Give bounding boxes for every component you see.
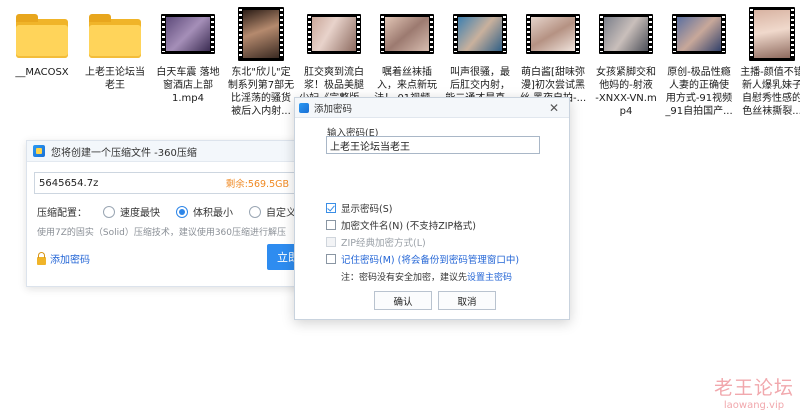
file-item-video[interactable]: 女孩紧脚交和 他妈的-射液 -XNXX-VN.m p4 xyxy=(590,2,662,118)
archive-app-icon xyxy=(33,145,45,157)
folder-icon xyxy=(89,14,141,58)
file-item-video[interactable]: 东北"欣儿"定 制系列第7部无 比淫荡的骚货 被后入内射... xyxy=(225,2,297,118)
dialog-title: 添加密码 xyxy=(314,103,353,115)
checkbox-label: ZIP经典加密方式(L) xyxy=(341,238,426,249)
file-item-video[interactable]: 嘱着丝袜插 入，来点新玩 法！ 01视频... xyxy=(371,2,443,105)
file-item-video[interactable]: 萌白酱[甜味弥 漫]初次尝试黑 丝 黑夜自拍-... xyxy=(517,2,589,105)
radio-icon xyxy=(249,205,261,218)
compress-config: 压缩配置： 速度最快 体积最小 自定义 xyxy=(37,204,296,219)
watermark-url: laowang.vip xyxy=(723,400,785,411)
compress-window: 您将创建一个压缩文件 -360压缩 5645654.7z 剩余:569.5GB … xyxy=(26,140,328,287)
checkbox-label: 加密文件名(N) (不支持ZIP格式) xyxy=(341,221,476,232)
radio-icon xyxy=(103,205,115,218)
encrypt-filenames-checkbox[interactable]: 加密文件名(N) (不支持ZIP格式) xyxy=(326,218,476,232)
add-password-label: 添加密码 xyxy=(50,255,90,266)
close-icon[interactable]: ✕ xyxy=(549,101,559,115)
video-thumbnail-icon xyxy=(526,14,580,54)
file-item-video[interactable]: 肛交爽到流白 浆！极品美腿 少妇《完整版... xyxy=(298,2,370,105)
cancel-button[interactable]: 取消 xyxy=(438,291,496,310)
checkbox-icon xyxy=(326,254,336,264)
file-item-folder[interactable]: 上老王论坛当 老王 xyxy=(79,2,151,92)
file-item-video[interactable]: 原创-极品性瘾 人妻的正确使 用方式-91视频 _91自拍国产... xyxy=(663,2,735,118)
video-thumbnail-icon xyxy=(672,14,726,54)
file-name: 主播-颜值不错 新人爆乳妹子 自慰秀性感的 色丝袜撕裂... xyxy=(740,67,800,117)
add-password-dialog: 添加密码 ✕ 输入密码(E) 上老王论坛当老王 显示密码(S) 加密文件名(N)… xyxy=(294,97,570,320)
dialog-titlebar[interactable]: 添加密码 ✕ xyxy=(295,98,569,118)
free-space-label: 剩余:569.5GB xyxy=(225,179,289,190)
folder-icon xyxy=(16,14,68,58)
file-name: 女孩紧脚交和 他妈的-射液 -XNXX-VN.m p4 xyxy=(595,67,657,117)
archive-path-input[interactable]: 5645654.7z 剩余:569.5GB xyxy=(34,172,302,194)
file-name: 原创-极品性瘾 人妻的正确使 用方式-91视频 _91自拍国产... xyxy=(665,67,733,117)
radio-label: 自定义 xyxy=(266,208,296,219)
file-name: 白天车震 落地 窗酒店上部 1.mp4 xyxy=(156,67,220,104)
file-name: __MACOSX xyxy=(15,67,69,78)
file-item-video[interactable]: 叫声很骚，最 后肛交内射， 能二通才是真... xyxy=(444,2,516,105)
add-password-link[interactable]: 添加密码 xyxy=(37,251,90,266)
watermark: 老王论坛 laowang.vip xyxy=(714,373,794,411)
video-thumbnail-icon xyxy=(453,14,507,54)
radio-custom[interactable]: 自定义 xyxy=(249,204,296,219)
checkbox-label: 显示密码(S) xyxy=(341,204,393,215)
radio-selected-icon xyxy=(176,205,188,218)
radio-smallest[interactable]: 体积最小 xyxy=(176,204,233,219)
file-item-macosx[interactable]: __MACOSX xyxy=(6,2,78,79)
archive-app-icon xyxy=(299,102,309,113)
checkbox-disabled-icon xyxy=(326,237,336,247)
set-master-password-link[interactable]: 设置主密码 xyxy=(467,273,512,283)
file-item-video[interactable]: 主播-颜值不错 新人爆乳妹子 自慰秀性感的 色丝袜撕裂... xyxy=(736,2,800,118)
checkbox-icon xyxy=(326,220,336,230)
zip-classic-checkbox: ZIP经典加密方式(L) xyxy=(326,235,426,249)
file-name: 东北"欣儿"定 制系列第7部无 比淫荡的骚货 被后入内射... xyxy=(227,67,295,117)
password-input[interactable]: 上老王论坛当老王 xyxy=(326,136,540,154)
file-name: 上老王论坛当 老王 xyxy=(85,67,145,91)
video-thumbnail-icon xyxy=(307,14,361,54)
password-note: 注：密码没有安全加密，建议先设置主密码 xyxy=(341,270,512,283)
video-thumbnail-icon xyxy=(599,14,653,54)
checkbox-label: 记住密码(M) (将会备份到密码管理窗口中) xyxy=(341,255,520,266)
compress-window-titlebar[interactable]: 您将创建一个压缩文件 -360压缩 xyxy=(27,141,327,162)
lock-icon xyxy=(37,251,46,265)
watermark-title: 老王论坛 xyxy=(713,377,794,399)
archive-path-value: 5645654.7z xyxy=(39,177,99,189)
checkbox-checked-icon xyxy=(326,203,336,213)
video-thumbnail-icon xyxy=(238,7,284,61)
video-thumbnail-icon xyxy=(161,14,215,54)
radio-label: 体积最小 xyxy=(193,208,233,219)
ok-button[interactable]: 确认 xyxy=(374,291,432,310)
compress-hint: 使用7Z的固实（Solid）压缩技术，建议使用360压缩进行解压 xyxy=(37,228,287,238)
file-item-video[interactable]: 白天车震 落地 窗酒店上部 1.mp4 xyxy=(152,2,224,105)
config-label: 压缩配置： xyxy=(37,208,87,219)
video-thumbnail-icon xyxy=(749,7,795,61)
radio-label: 速度最快 xyxy=(120,208,160,219)
remember-password-checkbox[interactable]: 记住密码(M) (将会备份到密码管理窗口中) xyxy=(326,252,519,266)
video-thumbnail-icon xyxy=(380,14,434,54)
note-text: 注：密码没有安全加密，建议先 xyxy=(341,273,468,283)
compress-window-title: 您将创建一个压缩文件 -360压缩 xyxy=(51,147,197,159)
radio-fastest[interactable]: 速度最快 xyxy=(103,204,160,219)
show-password-checkbox[interactable]: 显示密码(S) xyxy=(326,201,392,215)
